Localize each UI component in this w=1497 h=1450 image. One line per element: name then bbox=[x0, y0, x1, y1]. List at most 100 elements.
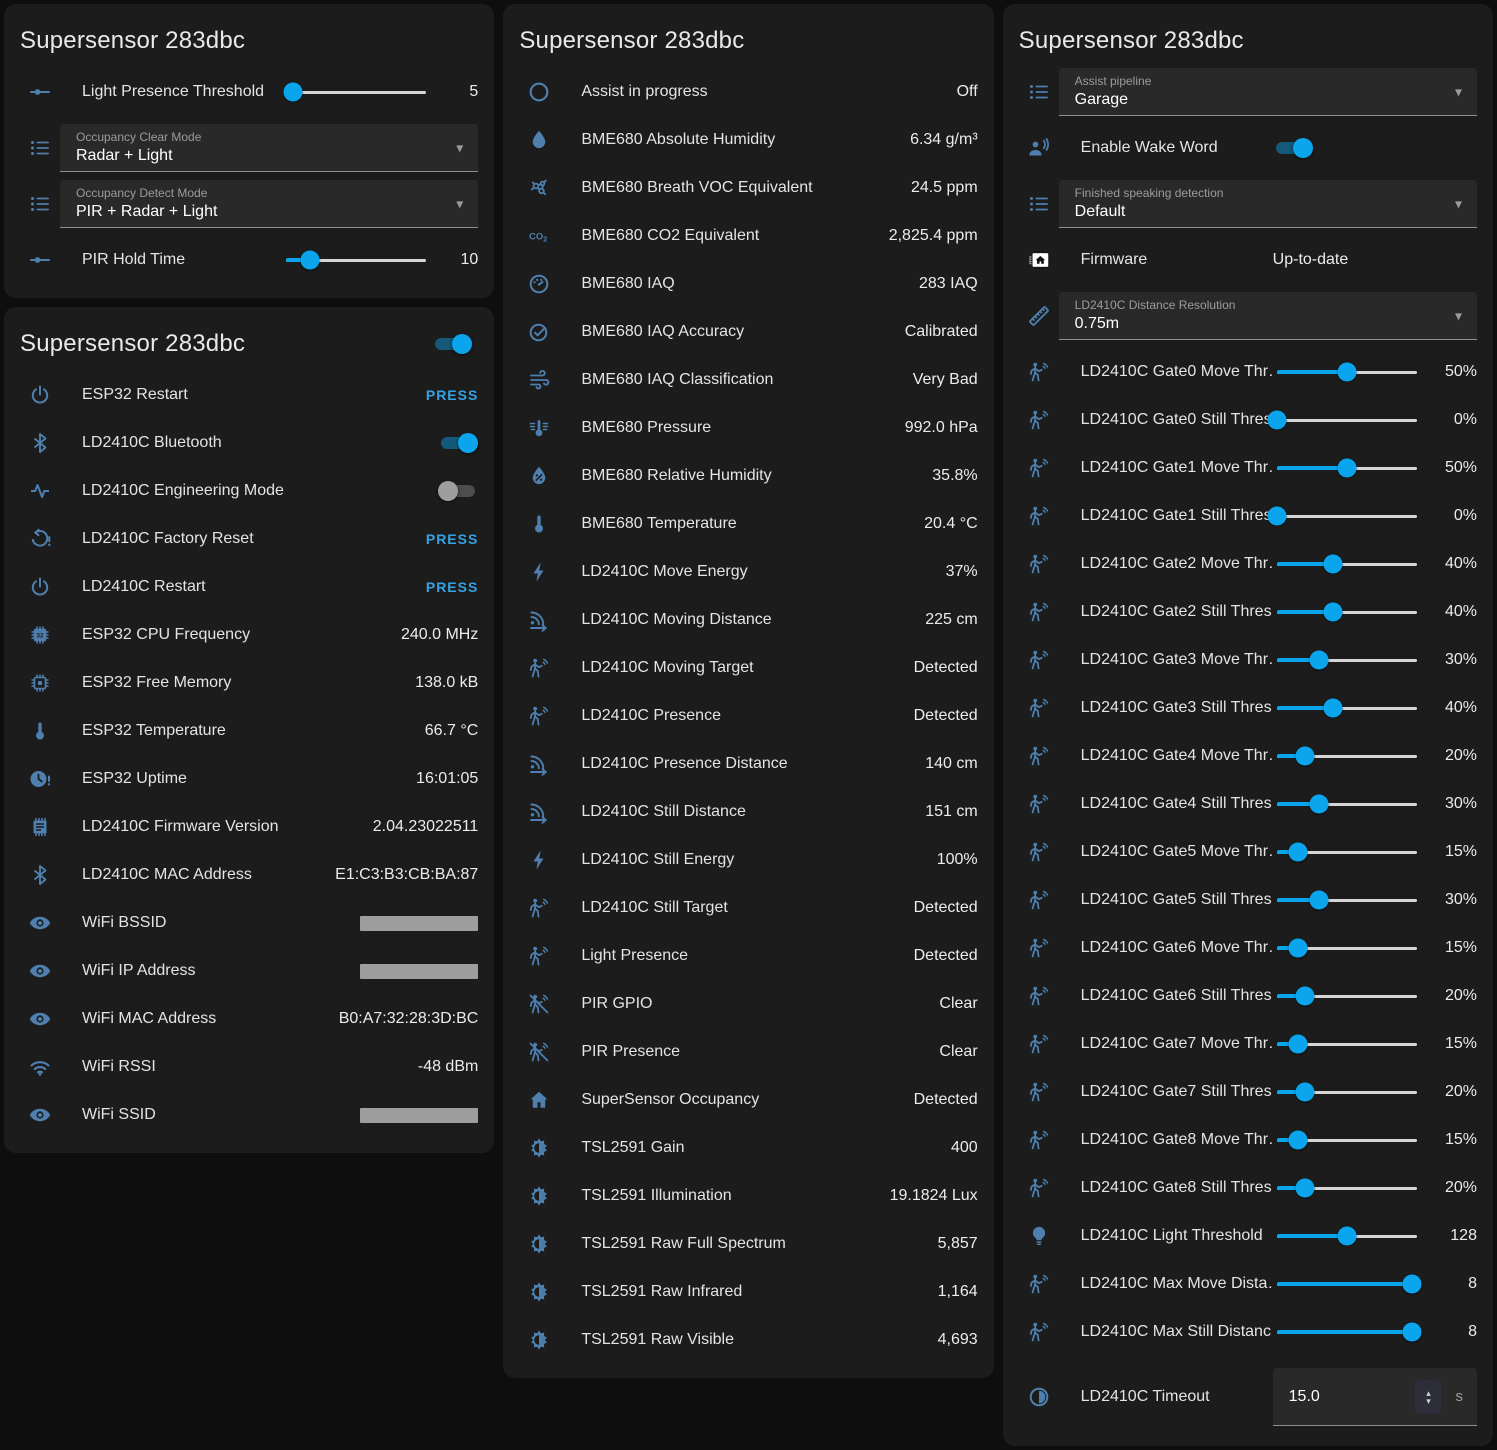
row-ld2410c-mac-address[interactable]: LD2410C MAC AddressE1:C3:B3:CB:BA:87 bbox=[20, 851, 478, 899]
slider-ld2410c-gate1-still-thres[interactable] bbox=[1277, 505, 1417, 527]
slider-thumb[interactable] bbox=[1403, 1275, 1422, 1294]
row-tsl2591-raw-full-spectrum[interactable]: TSL2591 Raw Full Spectrum5,857 bbox=[519, 1220, 977, 1268]
press-button[interactable]: PRESS bbox=[426, 579, 478, 595]
slider-thumb[interactable] bbox=[1323, 603, 1342, 622]
slider-thumb[interactable] bbox=[1288, 1035, 1307, 1054]
row-firmware[interactable]: FirmwareUp-to-date bbox=[1019, 236, 1477, 284]
row-esp32-restart[interactable]: ESP32 RestartPRESS bbox=[20, 371, 478, 419]
slider-track[interactable] bbox=[1277, 515, 1417, 518]
slider-thumb[interactable] bbox=[1337, 1227, 1356, 1246]
slider-ld2410c-gate3-still-thres[interactable] bbox=[1277, 697, 1417, 719]
slider-ld2410c-gate0-move-thr[interactable] bbox=[1277, 361, 1417, 383]
select-assist-pipeline[interactable]: Assist pipelineGarage▾ bbox=[1059, 68, 1477, 116]
row-esp32-cpu-frequency[interactable]: 32ESP32 CPU Frequency240.0 MHz bbox=[20, 611, 478, 659]
row-bme680-pressure[interactable]: BME680 Pressure992.0 hPa bbox=[519, 404, 977, 452]
row-ld2410c-engineering-mode[interactable]: LD2410C Engineering Mode bbox=[20, 467, 478, 515]
slider-thumb[interactable] bbox=[1288, 1131, 1307, 1150]
row-finished-speaking-detection[interactable]: Finished speaking detectionDefault▾ bbox=[1019, 180, 1477, 228]
row-pir-presence[interactable]: PIR PresenceClear bbox=[519, 1028, 977, 1076]
row-tsl2591-illumination[interactable]: TSL2591 Illumination19.1824 Lux bbox=[519, 1172, 977, 1220]
row-esp32-free-memory[interactable]: ESP32 Free Memory138.0 kB bbox=[20, 659, 478, 707]
slider-ld2410c-gate0-still-thres[interactable] bbox=[1277, 409, 1417, 431]
row-ld2410c-gate2-still-thres[interactable]: LD2410C Gate2 Still Thres…40% bbox=[1019, 588, 1477, 636]
row-ld2410c-gate8-still-thres[interactable]: LD2410C Gate8 Still Thres…20% bbox=[1019, 1164, 1477, 1212]
slider-ld2410c-gate5-move-thr[interactable] bbox=[1277, 841, 1417, 863]
row-ld2410c-still-distance[interactable]: LD2410C Still Distance151 cm bbox=[519, 788, 977, 836]
row-wifi-rssi[interactable]: WiFi RSSI-48 dBm bbox=[20, 1043, 478, 1091]
row-assist-in-progress[interactable]: Assist in progressOff bbox=[519, 68, 977, 116]
slider-ld2410c-gate4-move-thr[interactable] bbox=[1277, 745, 1417, 767]
slider-thumb[interactable] bbox=[1295, 1083, 1314, 1102]
row-bme680-co2-equivalent[interactable]: CO2BME680 CO2 Equivalent2,825.4 ppm bbox=[519, 212, 977, 260]
row-ld2410c-gate3-still-thres[interactable]: LD2410C Gate3 Still Thres…40% bbox=[1019, 684, 1477, 732]
slider-ld2410c-gate2-move-thr[interactable] bbox=[1277, 553, 1417, 575]
row-ld2410c-gate1-still-thres[interactable]: LD2410C Gate1 Still Thres…0% bbox=[1019, 492, 1477, 540]
row-wifi-bssid[interactable]: WiFi BSSID bbox=[20, 899, 478, 947]
press-button[interactable]: PRESS bbox=[426, 531, 478, 547]
row-ld2410c-gate2-move-thr[interactable]: LD2410C Gate2 Move Thr…40% bbox=[1019, 540, 1477, 588]
row-bme680-temperature[interactable]: BME680 Temperature20.4 °C bbox=[519, 500, 977, 548]
slider-ld2410c-gate1-move-thr[interactable] bbox=[1277, 457, 1417, 479]
row-bme680-iaq-accuracy[interactable]: BME680 IAQ AccuracyCalibrated bbox=[519, 308, 977, 356]
slider-ld2410c-gate6-move-thr[interactable] bbox=[1277, 937, 1417, 959]
row-light-presence-threshold[interactable]: Light Presence Threshold5 bbox=[20, 68, 478, 116]
slider-ld2410c-max-still-distanc[interactable] bbox=[1277, 1321, 1417, 1343]
row-ld2410c-gate1-move-thr[interactable]: LD2410C Gate1 Move Thr…50% bbox=[1019, 444, 1477, 492]
number-stepper[interactable]: ▴▾ bbox=[1415, 1380, 1441, 1414]
row-occupancy-clear-mode[interactable]: Occupancy Clear ModeRadar + Light▾ bbox=[20, 124, 478, 172]
row-bme680-absolute-humidity[interactable]: BME680 Absolute Humidity6.34 g/m³ bbox=[519, 116, 977, 164]
slider-ld2410c-gate8-still-thres[interactable] bbox=[1277, 1177, 1417, 1199]
row-ld2410c-light-threshold[interactable]: LD2410C Light Threshold128 bbox=[1019, 1212, 1477, 1260]
row-wifi-ssid[interactable]: WiFi SSID bbox=[20, 1091, 478, 1139]
row-ld2410c-gate6-still-thres[interactable]: LD2410C Gate6 Still Thres…20% bbox=[1019, 972, 1477, 1020]
slider-thumb[interactable] bbox=[1267, 507, 1286, 526]
slider-ld2410c-gate5-still-thres[interactable] bbox=[1277, 889, 1417, 911]
device-enable-toggle[interactable] bbox=[432, 334, 472, 354]
slider-ld2410c-gate2-still-thres[interactable] bbox=[1277, 601, 1417, 623]
row-ld2410c-gate0-still-thres[interactable]: LD2410C Gate0 Still Thres…0% bbox=[1019, 396, 1477, 444]
slider-ld2410c-max-move-dista[interactable] bbox=[1277, 1273, 1417, 1295]
row-ld2410c-move-energy[interactable]: LD2410C Move Energy37% bbox=[519, 548, 977, 596]
select-occupancy-detect-mode[interactable]: Occupancy Detect ModePIR + Radar + Light… bbox=[60, 180, 478, 228]
slider-thumb[interactable] bbox=[1309, 651, 1328, 670]
slider-thumb[interactable] bbox=[1295, 747, 1314, 766]
slider-ld2410c-gate8-move-thr[interactable] bbox=[1277, 1129, 1417, 1151]
slider-thumb[interactable] bbox=[1337, 363, 1356, 382]
slider-thumb[interactable] bbox=[1295, 1179, 1314, 1198]
row-ld2410c-moving-target[interactable]: LD2410C Moving TargetDetected bbox=[519, 644, 977, 692]
row-ld2410c-gate6-move-thr[interactable]: LD2410C Gate6 Move Thr…15% bbox=[1019, 924, 1477, 972]
row-bme680-iaq[interactable]: BME680 IAQ283 IAQ bbox=[519, 260, 977, 308]
row-ld2410c-gate4-move-thr[interactable]: LD2410C Gate4 Move Thr…20% bbox=[1019, 732, 1477, 780]
slider-ld2410c-light-threshold[interactable] bbox=[1277, 1225, 1417, 1247]
slider-ld2410c-gate4-still-thres[interactable] bbox=[1277, 793, 1417, 815]
row-ld2410c-bluetooth[interactable]: LD2410C Bluetooth bbox=[20, 419, 478, 467]
slider-thumb[interactable] bbox=[1309, 891, 1328, 910]
slider-thumb[interactable] bbox=[1337, 459, 1356, 478]
row-ld2410c-factory-reset[interactable]: LD2410C Factory ResetPRESS bbox=[20, 515, 478, 563]
row-esp32-temperature[interactable]: ESP32 Temperature66.7 °C bbox=[20, 707, 478, 755]
slider-thumb[interactable] bbox=[1309, 795, 1328, 814]
slider-ld2410c-gate7-move-thr[interactable] bbox=[1277, 1033, 1417, 1055]
slider-pir-hold-time[interactable] bbox=[286, 249, 426, 271]
row-tsl2591-raw-infrared[interactable]: TSL2591 Raw Infrared1,164 bbox=[519, 1268, 977, 1316]
row-ld2410c-gate5-still-thres[interactable]: LD2410C Gate5 Still Thres…30% bbox=[1019, 876, 1477, 924]
row-occupancy-detect-mode[interactable]: Occupancy Detect ModePIR + Radar + Light… bbox=[20, 180, 478, 228]
row-ld2410c-timeout[interactable]: LD2410C Timeout15.0▴▾s bbox=[1019, 1362, 1477, 1432]
row-esp32-uptime[interactable]: ESP32 Uptime16:01:05 bbox=[20, 755, 478, 803]
row-ld2410c-gate7-move-thr[interactable]: LD2410C Gate7 Move Thr…15% bbox=[1019, 1020, 1477, 1068]
row-ld2410c-firmware-version[interactable]: LD2410C Firmware Version2.04.23022511 bbox=[20, 803, 478, 851]
row-ld2410c-gate4-still-thres[interactable]: LD2410C Gate4 Still Thres…30% bbox=[1019, 780, 1477, 828]
slider-thumb[interactable] bbox=[284, 83, 303, 102]
row-ld2410c-distance-resolution[interactable]: LD2410C Distance Resolution0.75m▾ bbox=[1019, 292, 1477, 340]
row-enable-wake-word[interactable]: Enable Wake Word bbox=[1019, 124, 1477, 172]
row-ld2410c-presence-distance[interactable]: LD2410C Presence Distance140 cm bbox=[519, 740, 977, 788]
row-ld2410c-max-move-dista[interactable]: LD2410C Max Move Dista…8 bbox=[1019, 1260, 1477, 1308]
slider-thumb[interactable] bbox=[301, 251, 320, 270]
row-ld2410c-still-energy[interactable]: LD2410C Still Energy100% bbox=[519, 836, 977, 884]
row-assist-pipeline[interactable]: Assist pipelineGarage▾ bbox=[1019, 68, 1477, 116]
row-ld2410c-restart[interactable]: LD2410C RestartPRESS bbox=[20, 563, 478, 611]
slider-thumb[interactable] bbox=[1267, 411, 1286, 430]
select-occupancy-clear-mode[interactable]: Occupancy Clear ModeRadar + Light▾ bbox=[60, 124, 478, 172]
row-ld2410c-gate0-move-thr[interactable]: LD2410C Gate0 Move Thr…50% bbox=[1019, 348, 1477, 396]
select-finished-speaking-detection[interactable]: Finished speaking detectionDefault▾ bbox=[1059, 180, 1477, 228]
